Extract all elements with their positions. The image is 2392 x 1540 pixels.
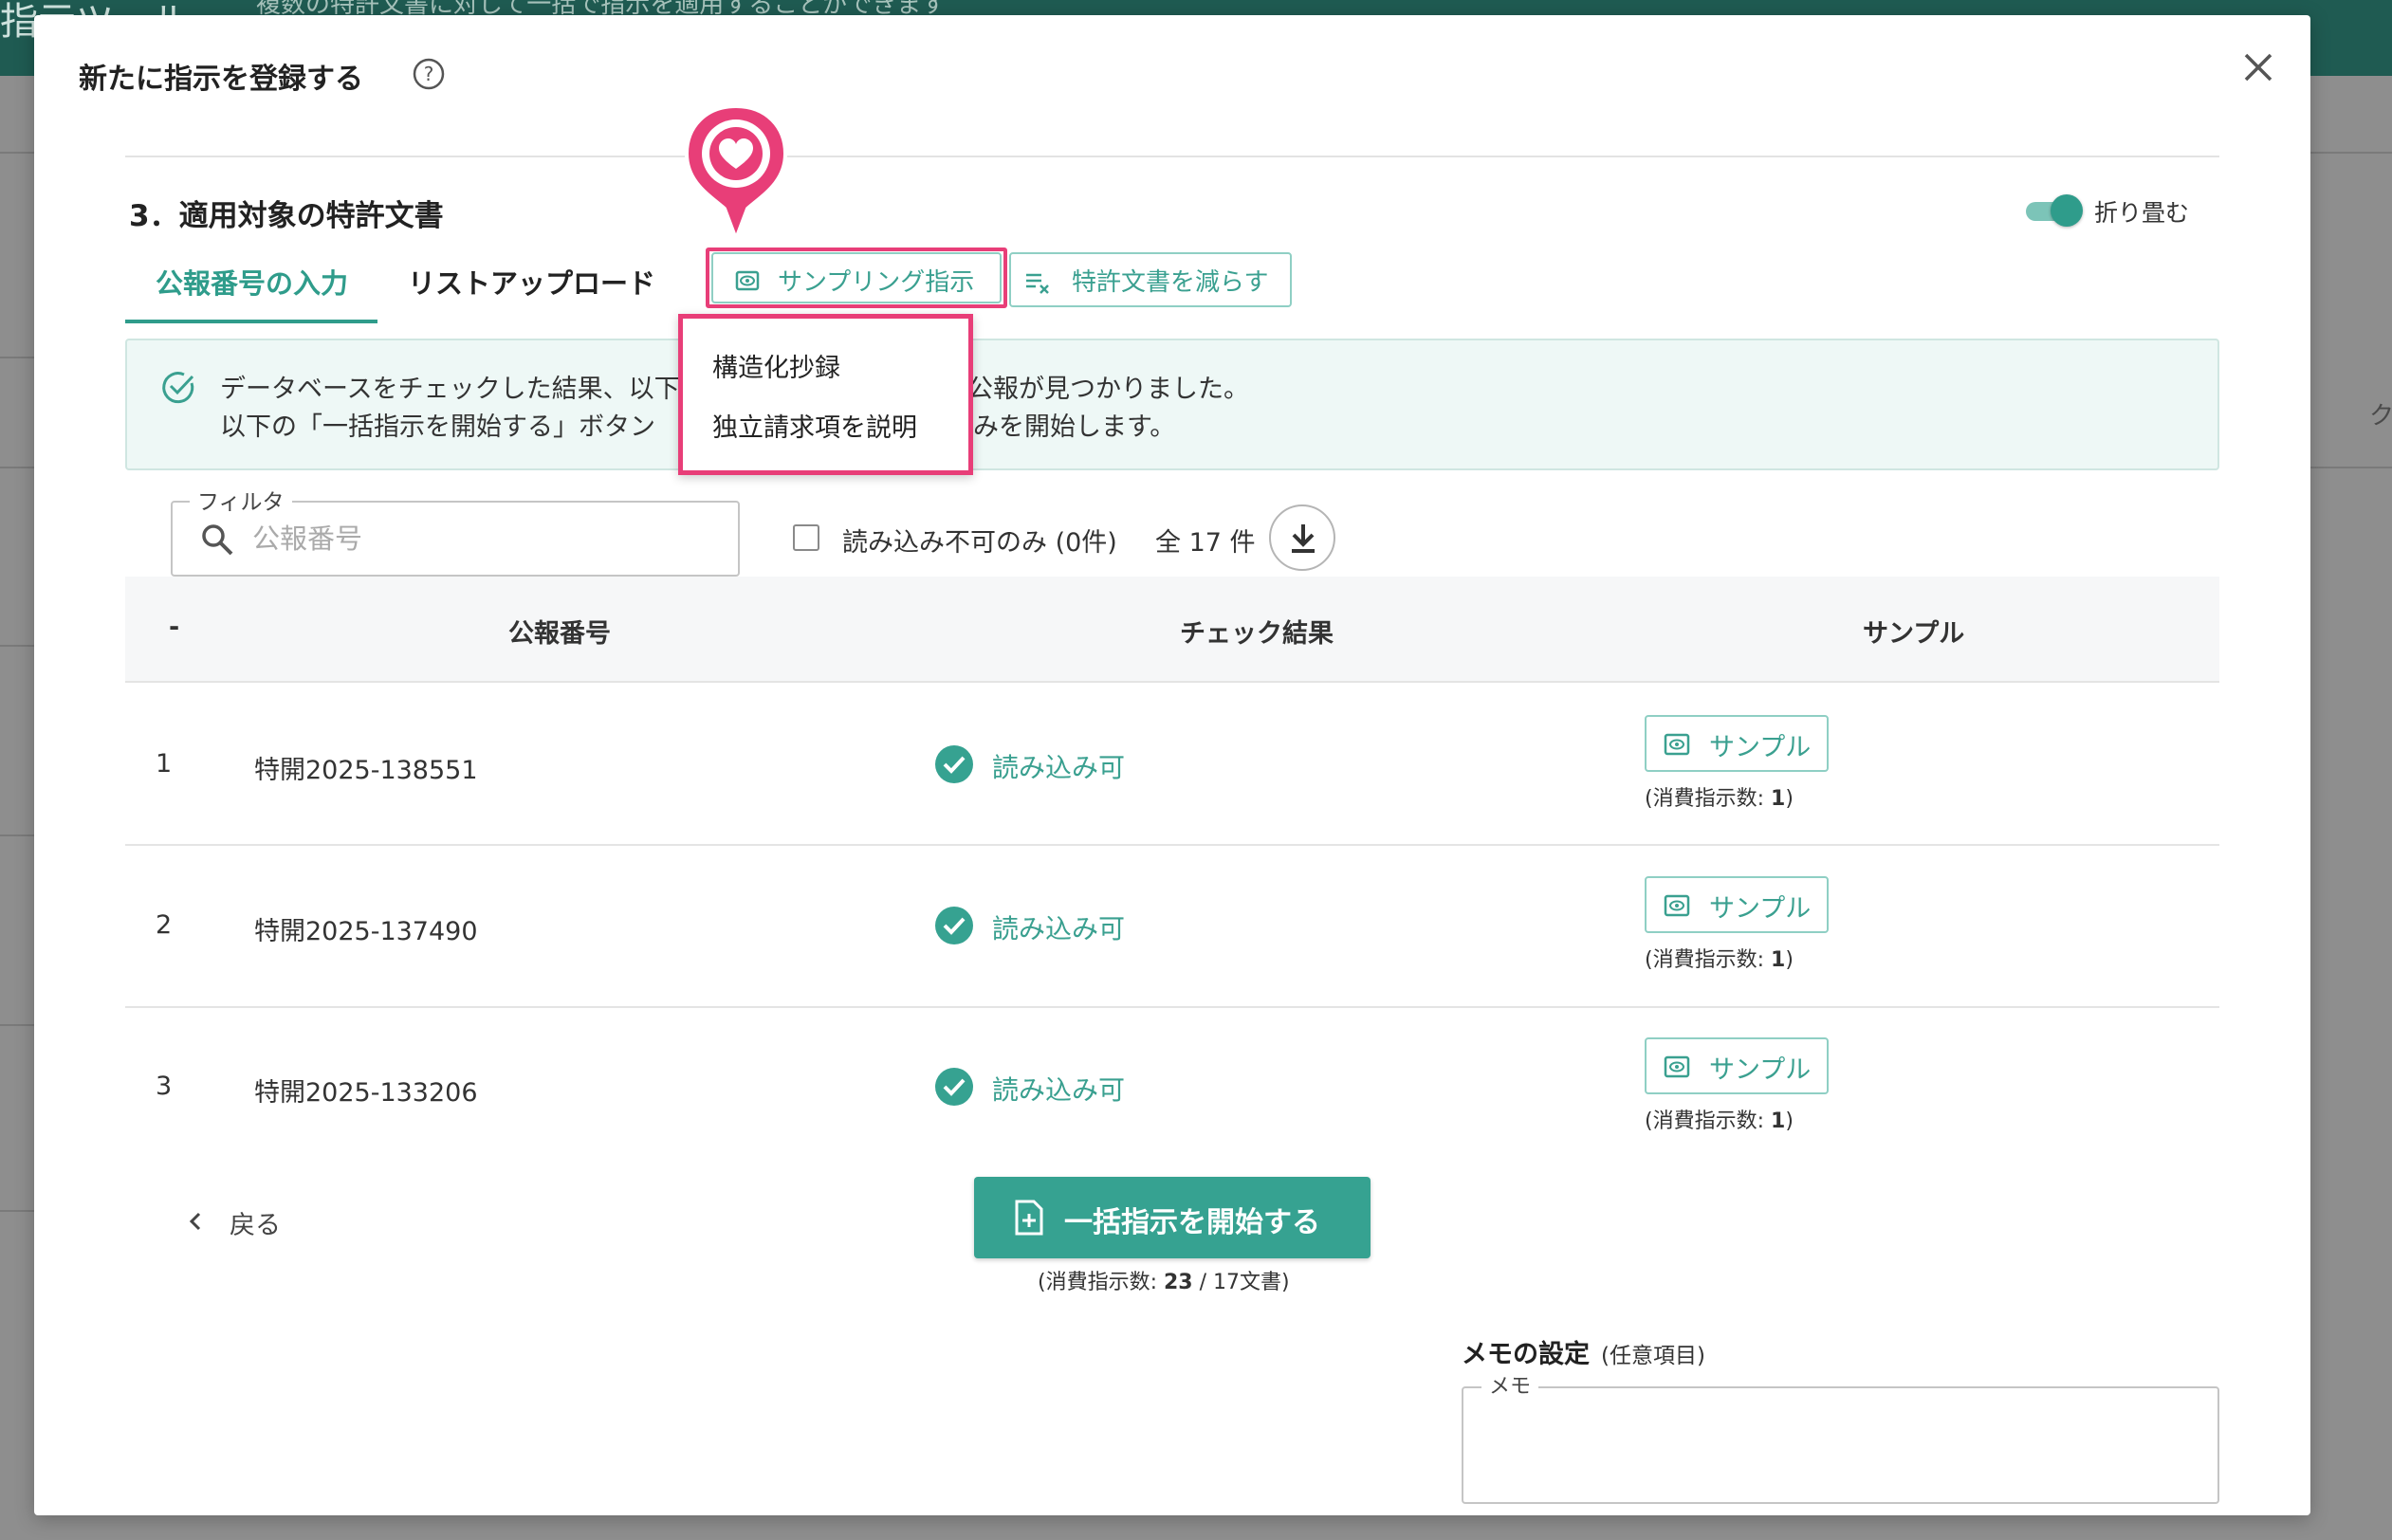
row-publication-number: 特開2025-133206 — [254, 1078, 478, 1108]
section-title: 3．適用対象の特許文書 — [129, 199, 444, 233]
row-check-status: 読み込み可 — [992, 1074, 1126, 1106]
column-header-sample: サンプル — [1863, 619, 1965, 649]
sample-button-label: サンプル — [1709, 1055, 1812, 1085]
sample-button[interactable]: サンプル — [1645, 715, 1829, 772]
column-header-check-result: チェック結果 — [1180, 619, 1334, 649]
alert-text: 以下の「一括指示を開始する」ボタン — [220, 412, 655, 442]
eye-doc-icon — [1664, 1055, 1690, 1078]
chevron-left-icon[interactable] — [186, 1210, 205, 1233]
close-icon[interactable] — [2240, 49, 2276, 85]
column-header-publication-number: 公報番号 — [508, 619, 611, 649]
row-publication-number: 特開2025-137490 — [254, 917, 478, 946]
tab-list-upload[interactable]: リストアップロード — [408, 262, 655, 302]
check-circle-icon — [162, 372, 194, 404]
eye-doc-icon — [1664, 733, 1690, 756]
total-count: 全 17 件 — [1155, 528, 1256, 558]
memo-optional-label: (任意項目) — [1601, 1344, 1705, 1368]
memo-textarea[interactable] — [1480, 1413, 2200, 1493]
row-divider — [125, 1006, 2219, 1008]
consumption-note: (消費指示数: 1) — [1645, 787, 1794, 811]
svg-text:?: ? — [424, 63, 434, 85]
check-circle-filled-icon — [935, 907, 973, 944]
consumption-note: (消費指示数: 1) — [1645, 948, 1794, 972]
modal-title: 新たに指示を登録する — [79, 63, 363, 96]
memo-label: メモ — [1481, 1369, 1539, 1400]
alert-text: 公報が見つかりました。 — [967, 375, 1249, 404]
row-index: 2 — [156, 910, 173, 940]
reduce-documents-label: 特許文書を減らす — [1072, 268, 1269, 297]
start-batch-instruction-label[interactable]: 一括指示を開始する — [1064, 1199, 1320, 1240]
row-check-status: 読み込み可 — [992, 752, 1126, 783]
document-plus-icon — [1015, 1200, 1043, 1236]
help-icon[interactable]: ? — [412, 57, 446, 91]
row-publication-number: 特開2025-138551 — [254, 756, 478, 785]
column-header-index: - — [169, 613, 180, 642]
consumption-note: (消費指示数: 1) — [1645, 1109, 1794, 1133]
start-consumption-note: (消費指示数: 23 / 17文書) — [1038, 1271, 1290, 1294]
publication-number-search-input[interactable] — [252, 518, 717, 559]
row-index: 3 — [156, 1072, 173, 1101]
search-icon — [202, 524, 233, 556]
collapse-toggle-label: 折り畳む — [2094, 199, 2190, 227]
download-button[interactable] — [1269, 504, 1335, 571]
sample-button[interactable]: サンプル — [1645, 876, 1829, 933]
filter-label: フィルタ — [190, 484, 292, 516]
sampling-button-highlight — [706, 248, 1007, 308]
reduce-documents-button[interactable]: 特許文書を減らす — [1009, 252, 1292, 307]
memo-settings-title: メモの設定 — [1462, 1340, 1590, 1369]
menu-item-explain-independent-claim[interactable]: 独立請求項を説明 — [712, 407, 917, 444]
sampling-dropdown-menu: 構造化抄録 独立請求項を説明 — [678, 314, 973, 475]
section-divider — [125, 156, 2219, 157]
menu-item-structured-abstract[interactable]: 構造化抄録 — [712, 347, 840, 384]
tab-publication-number-input[interactable]: 公報番号の入力 — [156, 262, 348, 302]
toggle-knob[interactable] — [2051, 194, 2083, 227]
active-tab-indicator — [125, 320, 377, 323]
unreadable-only-checkbox[interactable] — [793, 524, 819, 551]
heart-pin-icon — [684, 103, 788, 243]
back-button[interactable]: 戻る — [230, 1204, 281, 1241]
sample-button-label: サンプル — [1709, 894, 1812, 924]
alert-text: データベースをチェックした結果、以下 — [220, 375, 680, 404]
alert-text: みを開始します。 — [973, 412, 1176, 442]
list-remove-icon — [1026, 273, 1049, 294]
unreadable-only-label: 読み込み不可のみ (0件) — [842, 528, 1117, 558]
sample-button[interactable]: サンプル — [1645, 1037, 1829, 1094]
download-icon — [1292, 524, 1315, 553]
check-circle-filled-icon — [935, 1068, 973, 1106]
check-circle-filled-icon — [935, 745, 973, 783]
row-check-status: 読み込み可 — [992, 913, 1126, 944]
row-divider — [125, 844, 2219, 846]
row-index: 1 — [156, 749, 173, 779]
eye-doc-icon — [1664, 894, 1690, 917]
background-column-text: ク — [2369, 402, 2392, 431]
sample-button-label: サンプル — [1709, 733, 1812, 762]
